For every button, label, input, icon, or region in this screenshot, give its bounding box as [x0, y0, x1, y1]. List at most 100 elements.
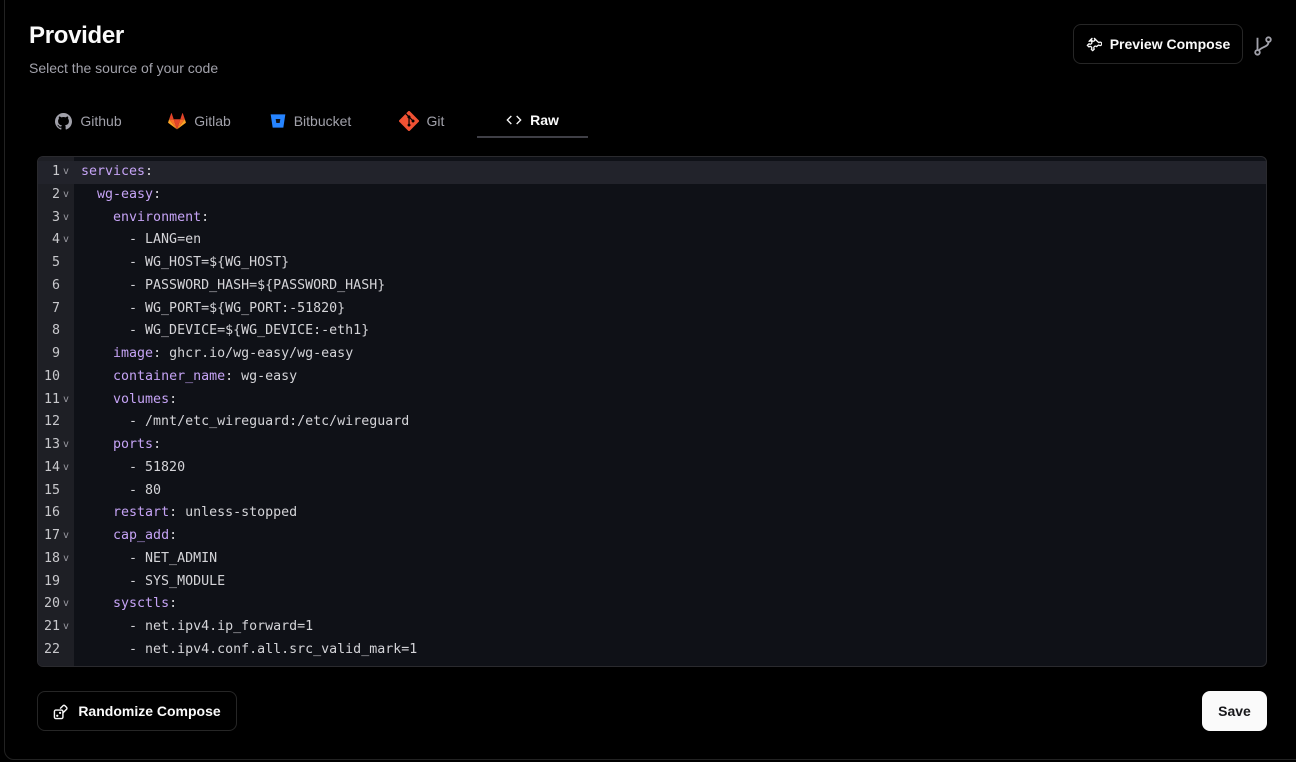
code-text: ports: [113, 437, 162, 452]
line-number: 16 [43, 505, 60, 521]
tab-label: Bitbucket [293, 113, 352, 129]
yaml-key: volumes [113, 391, 170, 407]
line-number: 18 [43, 550, 60, 566]
code-text: - NET_ADMIN [81, 550, 218, 566]
code-text: - 51820 [81, 459, 186, 475]
line-number: 9 [51, 346, 60, 361]
code-text: image: ghcr.io/wg-easy/wg-easy [113, 346, 354, 361]
code-text: - PASSWORD_HASH=${PASSWORD_HASH} [81, 277, 386, 293]
code-line[interactable]: 2v wg-easy: [38, 184, 1266, 207]
code-line[interactable]: 4v - LANG=en [38, 229, 1266, 252]
fold-chevron-icon[interactable]: v [63, 548, 69, 571]
code-line[interactable]: 21 v - net.ipv4.ip_forward=1 [38, 616, 1266, 639]
puzzle-icon [1086, 37, 1102, 52]
randomize-compose-label: Randomize Compose [78, 703, 221, 719]
yaml-key: image [113, 346, 154, 361]
code-line[interactable]: 16 restart: unless-stopped [38, 502, 1266, 525]
tab-label: Git [426, 113, 445, 129]
preview-compose-button[interactable]: Preview Compose [1073, 24, 1243, 64]
tab-gitlab[interactable]: Gitlab [144, 104, 255, 138]
fold-chevron-icon[interactable]: v [63, 184, 69, 207]
code-text: - WG_HOST=${WG_HOST} [81, 255, 290, 270]
code-line[interactable]: 17 v cap_add: [38, 525, 1266, 548]
randomize-compose-button[interactable]: Randomize Compose [37, 691, 237, 731]
save-button[interactable]: Save [1202, 691, 1267, 731]
code-line[interactable]: 8 - WG_DEVICE=${WG_DEVICE:-eth1} [38, 320, 1266, 343]
code-lines: 1 v services: 2 v wg-easy: 3 v environment: 4 v … [38, 161, 1266, 662]
code-line[interactable]: 15 - 80 [38, 480, 1266, 503]
code-line[interactable]: 20 v sysctls: [38, 593, 1266, 616]
tab-git[interactable]: Git [366, 104, 477, 138]
line-number: 1 [51, 164, 60, 179]
fold-chevron-icon[interactable]: v [63, 389, 69, 412]
code-text: services: [81, 164, 154, 179]
line-number: 8 [51, 323, 60, 339]
code-text: - /mnt/etc_wireguard:/etc/wireguard [81, 414, 410, 430]
line-number: 15 [43, 482, 60, 498]
tab-bitbucket[interactable]: Bitbucket [255, 104, 366, 138]
fold-chevron-icon[interactable]: v [63, 457, 69, 480]
code-text: - WG_PORT=${WG_PORT:-51820} [81, 300, 346, 316]
code-line[interactable]: 22 - net.ipv4.conf.all.src_valid_mark=1 [38, 639, 1266, 662]
fold-chevron-icon[interactable]: v [63, 207, 69, 230]
preview-compose-label: Preview Compose [1109, 36, 1231, 52]
yaml-key: cap_add [113, 528, 170, 543]
code-line[interactable]: 18 v - NET_ADMIN [38, 548, 1266, 571]
code-line[interactable]: 7 - WG_PORT=${WG_PORT:-51820} [38, 298, 1266, 321]
code-line[interactable]: 10 container_name: wg-easy [38, 366, 1266, 389]
code-text: environment: [113, 209, 210, 225]
code-line[interactable]: 14 v - 51820 [38, 457, 1266, 480]
page-title: Provider [29, 22, 124, 49]
fold-chevron-icon[interactable]: v [63, 229, 69, 252]
code-text: wg-easy: [97, 186, 162, 202]
tab-label: Raw [530, 112, 559, 128]
gitlab-icon [168, 112, 187, 129]
tab-label: Gitlab [194, 113, 231, 129]
line-number: 6 [51, 277, 60, 293]
git-icon [398, 111, 419, 131]
line-number: 17 [43, 528, 60, 543]
tab-label: Github [80, 113, 122, 129]
line-number: 11 [43, 391, 60, 407]
code-line[interactable]: 6 - PASSWORD_HASH=${PASSWORD_HASH} [38, 275, 1266, 298]
code-line[interactable]: 5 - WG_HOST=${WG_HOST} [38, 252, 1266, 275]
yaml-key: sysctls [113, 596, 170, 612]
tab-github[interactable]: Github [33, 104, 144, 138]
code-line[interactable]: 13 v ports: [38, 434, 1266, 457]
fold-chevron-icon[interactable]: v [63, 525, 69, 548]
fold-chevron-icon[interactable]: v [63, 161, 69, 184]
code-editor[interactable]: 1 v services: 2 v wg-easy: 3 v environment: 4 v … [37, 156, 1267, 667]
yaml-key: container_name [113, 368, 226, 384]
line-number: 21 [43, 619, 60, 634]
yaml-key: ports [113, 437, 154, 452]
line-number: 13 [43, 437, 60, 452]
yaml-key: restart [113, 505, 170, 521]
line-number: 2 [51, 186, 60, 202]
code-line[interactable]: 3v environment: [38, 207, 1266, 230]
code-text: volumes: [113, 391, 178, 407]
code-line[interactable]: 12 - /mnt/etc_wireguard:/etc/wireguard [38, 411, 1266, 434]
line-number: 7 [51, 300, 60, 316]
line-number: 5 [51, 255, 60, 270]
code-line[interactable]: 11 v volumes: [38, 389, 1266, 412]
line-number: 19 [43, 573, 60, 589]
line-number: 20 [43, 596, 60, 612]
code-line[interactable]: 19 - SYS_MODULE [38, 571, 1266, 594]
fold-chevron-icon[interactable]: v [63, 616, 69, 639]
line-number: 22 [43, 641, 60, 657]
code-text: sysctls: [113, 596, 178, 612]
code-text: - SYS_MODULE [81, 573, 226, 589]
yaml-key: environment [113, 209, 202, 225]
git-branch-icon[interactable] [1252, 34, 1274, 58]
page-subtitle: Select the source of your code [29, 60, 219, 76]
fold-chevron-icon[interactable]: v [63, 434, 69, 457]
code-text: container_name: wg-easy [113, 368, 298, 384]
code-text: - 80 [81, 482, 162, 498]
github-icon [55, 112, 73, 130]
line-number: 12 [43, 414, 60, 430]
tab-raw[interactable]: Raw [477, 104, 588, 138]
fold-chevron-icon[interactable]: v [63, 593, 69, 616]
code-line[interactable]: 1 v services: [38, 161, 1266, 184]
code-line[interactable]: 9 image: ghcr.io/wg-easy/wg-easy [38, 343, 1266, 366]
code-text: restart: unless-stopped [113, 505, 298, 521]
